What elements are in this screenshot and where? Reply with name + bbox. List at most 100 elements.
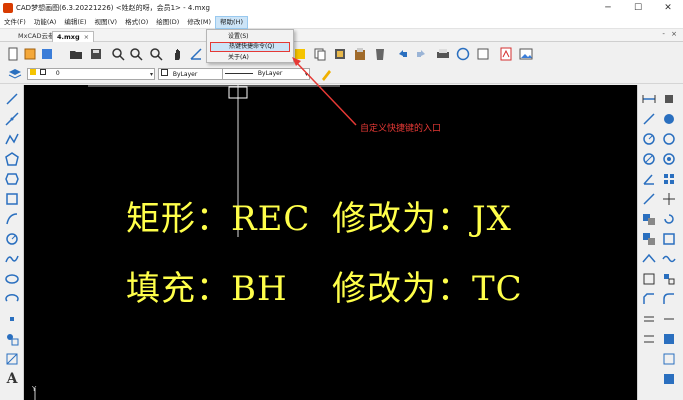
- properties-icon[interactable]: [292, 46, 308, 62]
- stretch-tool-icon[interactable]: [641, 251, 657, 267]
- ellipse-tool-icon[interactable]: [4, 271, 20, 287]
- ucs-icon: [34, 388, 36, 400]
- pdf-icon[interactable]: [498, 46, 514, 62]
- copy-icon[interactable]: [312, 46, 328, 62]
- menu-format[interactable]: 格式(O): [121, 16, 152, 29]
- distance-tool-icon[interactable]: [661, 351, 677, 367]
- move-tool-icon[interactable]: [661, 191, 677, 207]
- text-tool-icon[interactable]: A: [4, 371, 20, 387]
- copy-tool-icon[interactable]: [661, 111, 677, 127]
- layer-select[interactable]: 0 ▾: [27, 68, 155, 80]
- menu-draw[interactable]: 绘图(D): [152, 16, 183, 29]
- circle-tool-icon[interactable]: [4, 231, 20, 247]
- layer-color-swatch: [39, 69, 46, 75]
- dim-baseline-icon[interactable]: [641, 191, 657, 207]
- block-tool-icon[interactable]: [4, 331, 20, 347]
- save-icon[interactable]: [88, 46, 104, 62]
- cut-icon[interactable]: [332, 46, 348, 62]
- undo-icon[interactable]: [395, 46, 411, 62]
- menu-item-about[interactable]: 关于(A): [210, 53, 290, 63]
- image-icon[interactable]: [518, 46, 534, 62]
- new-template-icon[interactable]: [22, 46, 38, 62]
- dim-angular-icon[interactable]: [641, 171, 657, 187]
- mirror-tool-icon[interactable]: [661, 131, 677, 147]
- match-properties-icon[interactable]: [318, 66, 334, 82]
- cad-text-line2-left[interactable]: 填充：BH: [126, 261, 288, 310]
- lengthen-tool-icon[interactable]: [641, 331, 657, 347]
- rectangle-tool-icon[interactable]: [4, 171, 20, 187]
- color-select[interactable]: ByLayer ▾: [158, 68, 230, 80]
- color-swatch: [161, 69, 168, 76]
- print-icon[interactable]: [435, 46, 451, 62]
- trim-tool-icon[interactable]: [661, 251, 677, 267]
- layer-manager-icon[interactable]: [7, 66, 23, 82]
- scale-tool-icon[interactable]: [661, 231, 677, 247]
- measure-area-icon[interactable]: [661, 331, 677, 347]
- print-preview-icon[interactable]: [475, 46, 491, 62]
- maximize-button[interactable]: ☐: [623, 0, 653, 16]
- cad-text-line1-left[interactable]: 矩形：REC: [126, 191, 310, 240]
- chamfer-tool-icon[interactable]: [641, 291, 657, 307]
- drawing-canvas[interactable]: 矩形：REC 修改为：JX 填充：BH 修改为：TC Y: [24, 85, 637, 400]
- zoom-extents-icon[interactable]: [128, 46, 144, 62]
- pan-hand-icon[interactable]: [170, 46, 186, 62]
- menu-edit[interactable]: 编辑(E): [60, 16, 90, 29]
- zoom-previous-icon[interactable]: [148, 46, 164, 62]
- break-tool-icon[interactable]: [661, 271, 677, 287]
- close-button[interactable]: ✕: [653, 0, 683, 16]
- erase-icon[interactable]: [372, 46, 388, 62]
- polyline-tool-icon[interactable]: [4, 131, 20, 147]
- paste-icon[interactable]: [352, 46, 368, 62]
- menu-function[interactable]: 功能(A): [30, 16, 61, 29]
- explode-tool-icon[interactable]: [641, 311, 657, 327]
- cad-text-line1-right[interactable]: 修改为：JX: [332, 191, 512, 240]
- linetype-select[interactable]: ByLayer ▾: [222, 68, 310, 80]
- minimize-button[interactable]: ─: [593, 0, 623, 16]
- square-tool-icon[interactable]: [4, 191, 20, 207]
- properties-panel-icon[interactable]: [661, 371, 677, 387]
- menu-help[interactable]: 帮助(H): [215, 15, 248, 29]
- web-icon[interactable]: [455, 46, 471, 62]
- offset-tool-icon[interactable]: [661, 151, 677, 167]
- block-define-icon[interactable]: [641, 211, 657, 227]
- modify-toolbox: [637, 85, 683, 400]
- polygon-tool-icon[interactable]: [4, 151, 20, 167]
- menu-item-settings[interactable]: 设置(S): [210, 32, 290, 42]
- menu-view[interactable]: 视图(V): [91, 16, 122, 29]
- doc-window-controls[interactable]: - ×: [662, 30, 679, 38]
- zoom-window-icon[interactable]: [110, 46, 126, 62]
- window-title: CAD梦想画图(6.3.20221226) <姓赵的呀，会员1> - 4.mxg: [16, 4, 210, 12]
- layout-icon[interactable]: [39, 46, 55, 62]
- point-tool-icon[interactable]: [4, 311, 20, 327]
- fillet-tool-icon[interactable]: [661, 291, 677, 307]
- dim-aligned-icon[interactable]: [641, 111, 657, 127]
- insert-block-icon[interactable]: [641, 231, 657, 247]
- join-tool-icon[interactable]: [661, 311, 677, 327]
- menu-modify[interactable]: 修改(M): [183, 16, 215, 29]
- measure-icon[interactable]: [188, 46, 204, 62]
- rotate-tool-icon[interactable]: [661, 211, 677, 227]
- array-tool-icon[interactable]: [661, 171, 677, 187]
- arc-tool-icon[interactable]: [4, 211, 20, 227]
- tab-close-icon[interactable]: ×: [84, 33, 89, 41]
- menu-item-hotkey-commands[interactable]: 热键快捷命令(Q): [210, 42, 290, 52]
- dim-linear-icon[interactable]: [641, 91, 657, 107]
- redo-icon[interactable]: [413, 46, 429, 62]
- dim-diameter-icon[interactable]: [641, 151, 657, 167]
- new-file-icon[interactable]: [5, 46, 21, 62]
- ellipse-arc-tool-icon[interactable]: [4, 291, 20, 307]
- title-bar: CAD梦想画图(6.3.20221226) <姓赵的呀，会员1> - 4.mxg…: [0, 0, 683, 16]
- tab-document[interactable]: 4.mxg ×: [52, 31, 95, 42]
- cad-text-line2-right[interactable]: 修改为：TC: [332, 261, 523, 310]
- dim-radius-icon[interactable]: [641, 131, 657, 147]
- spline-tool-icon[interactable]: [4, 251, 20, 267]
- open-folder-icon[interactable]: [68, 46, 84, 62]
- erase-tool-icon[interactable]: [661, 91, 677, 107]
- linetype-preview: [225, 73, 253, 74]
- hatch-tool-icon[interactable]: [4, 351, 20, 367]
- chevron-down-icon: ▾: [304, 71, 308, 78]
- line-tool-icon[interactable]: [4, 91, 20, 107]
- extend-tool-icon[interactable]: [641, 271, 657, 287]
- xline-tool-icon[interactable]: [4, 111, 20, 127]
- menu-file[interactable]: 文件(F): [0, 16, 30, 29]
